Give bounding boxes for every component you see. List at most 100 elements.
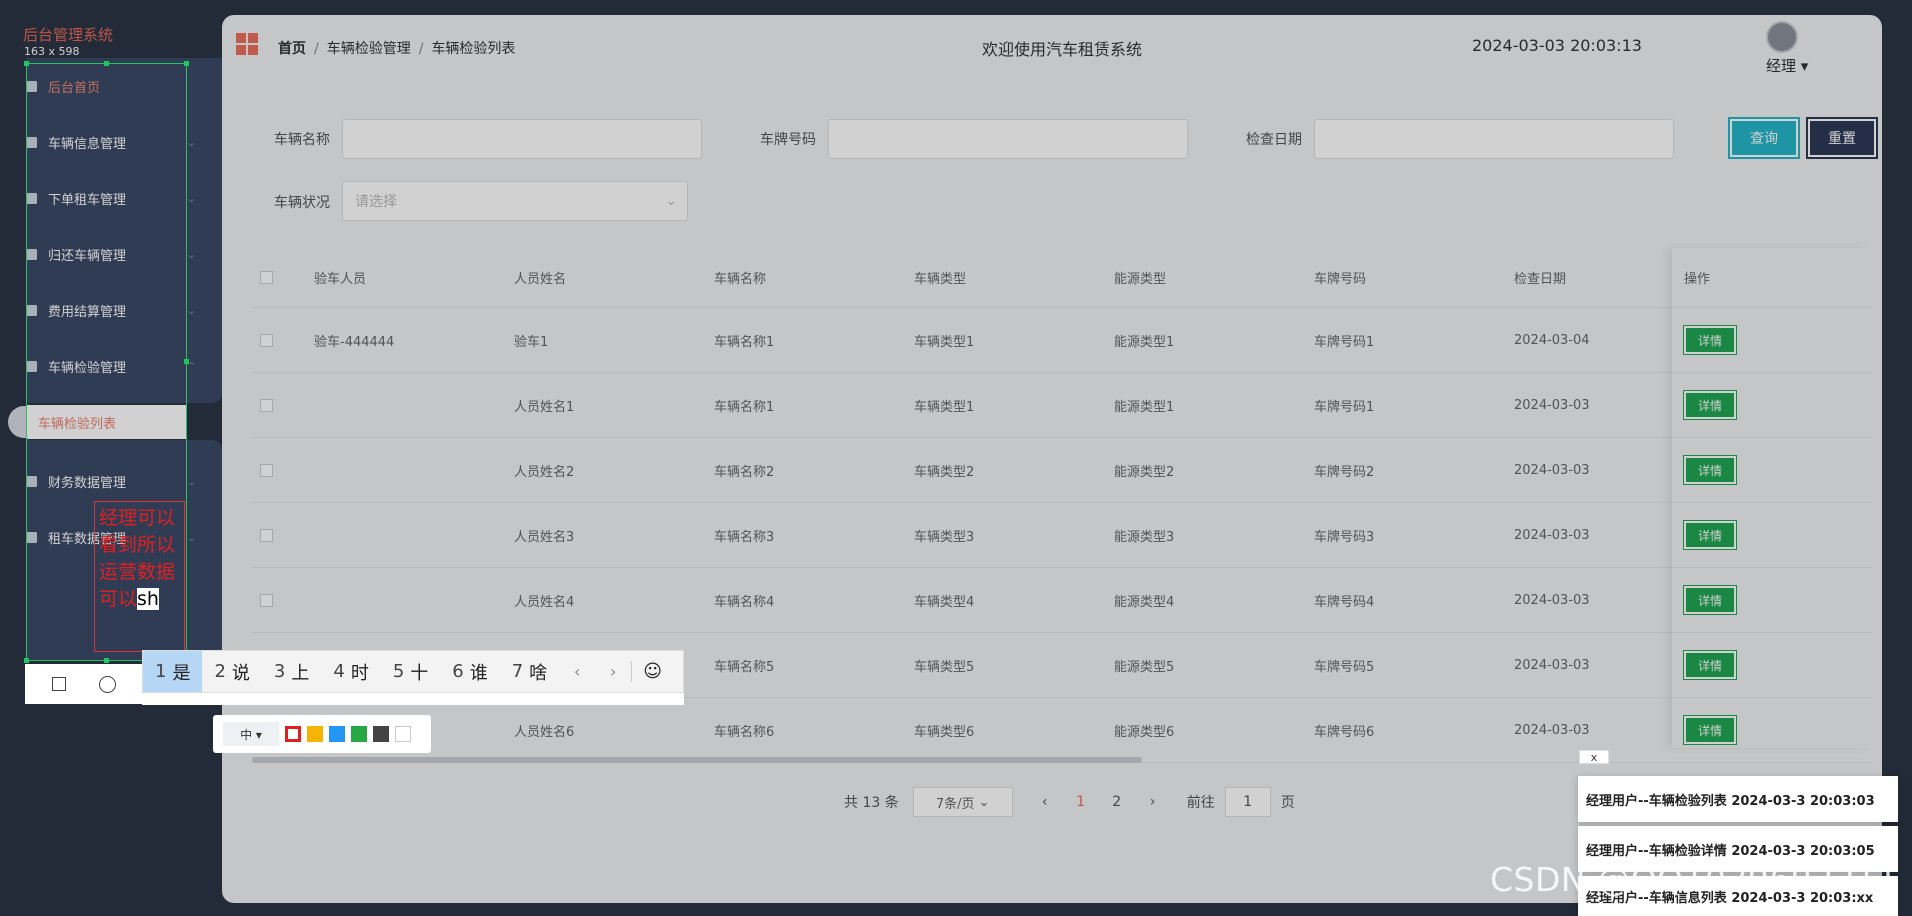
sidebar-subitem-inspection-list[interactable]: 车辆检验列表 xyxy=(26,405,186,439)
chevron-down-icon: ⌄ xyxy=(186,303,196,317)
table-cell: 车辆类型6 xyxy=(914,724,975,740)
sidebar-item-label: 财务数据管理 xyxy=(48,475,127,491)
color-swatch-white[interactable] xyxy=(395,726,411,742)
selection-handle[interactable] xyxy=(184,61,189,66)
ime-candidate-1[interactable]: 1是 xyxy=(143,651,203,692)
notification-close-button[interactable]: x xyxy=(1579,750,1609,764)
ellipse-tool-icon[interactable] xyxy=(99,675,117,693)
font-size-select[interactable]: 中 ▾ xyxy=(223,722,279,746)
detail-button[interactable]: 详情 xyxy=(1683,325,1737,355)
ime-candidate-2[interactable]: 2说 xyxy=(202,651,261,692)
emoji-icon[interactable]: ☺ xyxy=(631,661,673,682)
page-size-select[interactable]: 7条/页 ⌄ xyxy=(912,787,1013,817)
watermark: CSDN @QQ1039692211 xyxy=(1490,860,1899,899)
ime-candidate-5[interactable]: 5十 xyxy=(381,651,440,692)
welcome-text: 欢迎使用汽车租赁系统 xyxy=(982,40,1143,59)
table-cell: 能源类型4 xyxy=(1114,594,1175,610)
table-cell: 人员姓名2 xyxy=(514,464,575,480)
breadcrumb-current: 车辆检验列表 xyxy=(431,41,516,57)
horizontal-scrollbar[interactable] xyxy=(252,757,1142,763)
car-name-input[interactable] xyxy=(342,119,702,159)
row-checkbox[interactable] xyxy=(260,398,273,412)
selection-handle[interactable] xyxy=(24,658,29,663)
page-1[interactable]: 1 xyxy=(1063,794,1099,810)
plate-input[interactable] xyxy=(828,119,1188,159)
ime-candidate-4[interactable]: 4时 xyxy=(321,651,380,692)
selection-handle[interactable] xyxy=(184,359,189,364)
table-header: 验车人员 人员姓名 车辆名称 车辆类型 能源类型 车牌号码 检查日期 操作 xyxy=(252,248,1872,308)
table-cell: 人员姓名4 xyxy=(514,594,575,610)
user-role-dropdown[interactable]: 经理 ▾ xyxy=(1766,55,1808,76)
detail-button[interactable]: 详情 xyxy=(1683,455,1737,485)
sidebar-item-finance[interactable]: 财务数据管理 ⌄ xyxy=(26,467,196,495)
table-cell: 车辆名称4 xyxy=(714,594,775,610)
reset-button[interactable]: 重置 xyxy=(1806,117,1878,159)
sidebar-item-home[interactable]: 后台首页 xyxy=(26,72,196,100)
detail-button[interactable]: 详情 xyxy=(1683,585,1737,615)
ime-candidate-6[interactable]: 6谁 xyxy=(440,651,499,692)
selection-handle[interactable] xyxy=(24,61,29,66)
table-cell: 车辆类型1 xyxy=(914,334,975,350)
checkbox-icon xyxy=(26,192,37,204)
color-swatch-green[interactable] xyxy=(351,726,367,742)
table-cell: 2024-03-03 xyxy=(1514,592,1590,608)
ime-next-icon[interactable]: › xyxy=(595,662,631,681)
breadcrumb-section[interactable]: 车辆检验管理 xyxy=(327,41,411,57)
ime-candidate-3[interactable]: 3上 xyxy=(262,651,321,692)
table-cell: 验车-444444 xyxy=(314,334,395,350)
checkbox-icon xyxy=(26,304,37,316)
sidebar-item-returns[interactable]: 归还车辆管理 ⌄ xyxy=(26,240,196,268)
header-energy-type: 能源类型 xyxy=(1114,272,1167,287)
sidebar-item-label: 费用结算管理 xyxy=(48,304,127,320)
goto-input[interactable]: 1 xyxy=(1224,787,1271,817)
next-page-button[interactable]: › xyxy=(1135,794,1171,810)
detail-button[interactable]: 详情 xyxy=(1683,715,1737,745)
status-select[interactable]: 请选择 ⌄ xyxy=(342,181,688,221)
table-cell: 能源类型3 xyxy=(1114,529,1175,545)
color-swatch-gray[interactable] xyxy=(373,726,389,742)
table-row: 人员姓名6 车辆名称6 车辆类型6 能源类型6 车牌号码6 2024-03-03 详情 xyxy=(252,698,1872,763)
selection-handle[interactable] xyxy=(104,658,109,663)
table-cell: 能源类型1 xyxy=(1114,334,1175,350)
detail-button[interactable]: 详情 xyxy=(1683,520,1737,550)
ime-prev-icon[interactable]: ‹ xyxy=(559,662,595,681)
row-checkbox[interactable] xyxy=(260,528,273,542)
avatar[interactable] xyxy=(1766,21,1798,53)
breadcrumb-home[interactable]: 首页 xyxy=(278,41,306,57)
table-cell: 能源类型5 xyxy=(1114,659,1175,675)
sidebar-item-settlement[interactable]: 费用结算管理 ⌄ xyxy=(26,296,196,324)
selection-handle[interactable] xyxy=(104,61,109,66)
shape-toolbar xyxy=(25,664,143,704)
table-cell: 车辆名称3 xyxy=(714,529,775,545)
row-checkbox[interactable] xyxy=(260,593,273,607)
detail-button[interactable]: 详情 xyxy=(1683,390,1737,420)
query-button[interactable]: 查询 xyxy=(1728,117,1800,159)
sidebar-item-label: 车辆检验管理 xyxy=(48,360,127,376)
table-row: 人员姓名3 车辆名称3 车辆类型3 能源类型3 车牌号码3 2024-03-03 详情 xyxy=(252,503,1872,568)
header-person-name: 人员姓名 xyxy=(514,272,567,287)
date-input[interactable] xyxy=(1314,119,1674,159)
detail-button[interactable]: 详情 xyxy=(1683,650,1737,680)
table-row: 验车-444444 验车1 车辆名称1 车辆类型1 能源类型1 车牌号码1 2024-03-… xyxy=(252,308,1872,373)
table-cell: 人员姓名6 xyxy=(514,724,575,740)
checkbox-icon xyxy=(26,531,37,543)
sidebar-item-vehicle-info[interactable]: 车辆信息管理 ⌄ xyxy=(26,128,196,156)
prev-page-button[interactable]: ‹ xyxy=(1027,794,1063,810)
table-cell: 2024-03-03 xyxy=(1514,527,1590,543)
ime-candidate-7[interactable]: 7啥 xyxy=(500,651,559,692)
color-swatch-yellow[interactable] xyxy=(307,726,323,742)
sidebar-item-orders[interactable]: 下单租车管理 ⌄ xyxy=(26,184,196,212)
row-checkbox[interactable] xyxy=(260,333,273,347)
row-checkbox[interactable] xyxy=(260,463,273,477)
rectangle-tool-icon[interactable] xyxy=(51,677,66,691)
color-swatch-red[interactable] xyxy=(285,726,301,742)
ime-candidate-bar: 1是 2说 3上 4时 5十 6谁 7啥 ‹ › ☺ xyxy=(142,650,684,693)
sidebar-item-inspection[interactable]: 车辆检验管理 ⌃ xyxy=(26,352,196,380)
page-2[interactable]: 2 xyxy=(1099,794,1135,810)
page-unit-label: 页 xyxy=(1280,795,1295,811)
table-row: 人员姓名2 车辆名称2 车辆类型2 能源类型2 车牌号码2 2024-03-03 详情 xyxy=(252,438,1872,503)
monitor-icon xyxy=(26,80,37,92)
color-swatch-blue[interactable] xyxy=(329,726,345,742)
select-all-checkbox[interactable] xyxy=(260,271,273,284)
annotation-textbox[interactable]: 经理可以看到所以运营数据可以sh xyxy=(94,501,185,652)
